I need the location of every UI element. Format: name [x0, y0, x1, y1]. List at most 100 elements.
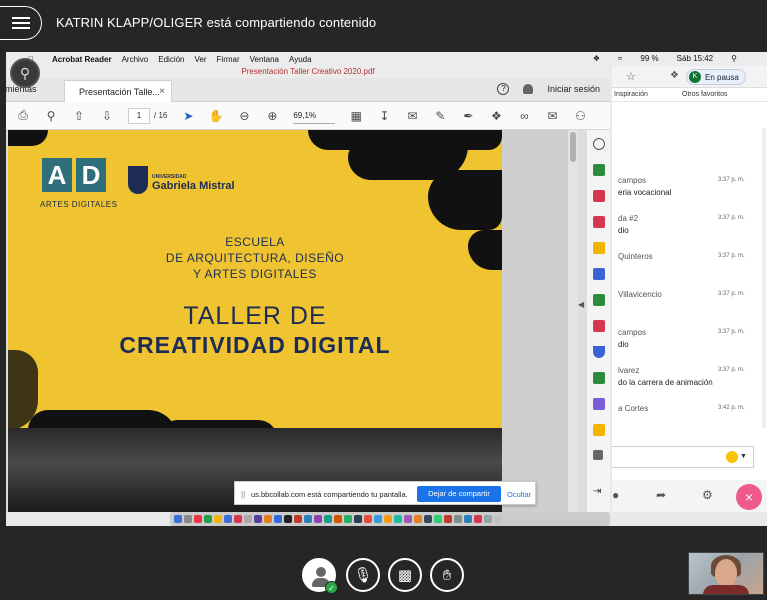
chat-time: 3:37 p. m.	[718, 291, 745, 297]
chat-input[interactable]: ▼	[612, 446, 754, 468]
ugm-logo: UNIVERSIDAD Gabriela Mistral	[128, 166, 248, 198]
zoom-out-icon[interactable]: ⊖	[237, 109, 251, 123]
acrobat-dock-icon[interactable]	[474, 515, 482, 523]
bookmark-star-icon[interactable]: ☆	[626, 70, 636, 83]
dock-app-icon[interactable]	[294, 515, 302, 523]
camera-off-button[interactable]: ▩	[388, 558, 422, 592]
comment-icon[interactable]: ✉	[405, 109, 419, 123]
rail-create-icon[interactable]	[593, 190, 605, 202]
dock-app-icon[interactable]	[354, 515, 362, 523]
self-video-preview[interactable]	[688, 552, 764, 595]
drag-handle-icon[interactable]: ||	[241, 490, 245, 499]
dock-app-icon[interactable]	[234, 515, 242, 523]
rail-send-icon[interactable]	[593, 424, 605, 436]
dock-app-icon[interactable]	[394, 515, 402, 523]
dock-app-icon[interactable]	[304, 515, 312, 523]
dock-app-icon[interactable]	[224, 515, 232, 523]
help-icon[interactable]: ?	[497, 83, 510, 95]
microphone-muted-button[interactable]: 🎙︎	[346, 558, 380, 592]
search-icon[interactable]: ⚲	[44, 109, 58, 123]
person-icon[interactable]: ●	[612, 488, 619, 502]
emoji-icon[interactable]	[726, 451, 738, 463]
highlight-icon[interactable]: ✎	[433, 109, 447, 123]
rail-expand-icon[interactable]: ⇥	[593, 486, 605, 498]
collapse-panel-icon[interactable]: ◀	[578, 300, 586, 309]
tab-document[interactable]: Presentación Talle... ×	[64, 80, 172, 102]
rail-combine-icon[interactable]	[593, 268, 605, 280]
dock-app-icon[interactable]	[314, 515, 322, 523]
rail-export-icon[interactable]	[593, 164, 605, 176]
chevron-down-icon[interactable]: ▼	[740, 453, 747, 460]
dock-app-icon[interactable]	[364, 515, 372, 523]
dock-app-icon[interactable]	[204, 515, 212, 523]
session-menu-button[interactable]	[0, 6, 42, 40]
bookmark-otros-favoritos[interactable]: Otros favoritos	[682, 91, 728, 98]
settings-icon[interactable]: ⚙	[702, 488, 713, 502]
page-up-icon[interactable]: ⇧	[72, 109, 86, 123]
dock-app-icon[interactable]	[254, 515, 262, 523]
dock-app-icon[interactable]	[374, 515, 382, 523]
zoom-in-icon[interactable]: ⊕	[265, 109, 279, 123]
rail-edit-icon[interactable]	[593, 216, 605, 228]
dock-app-icon[interactable]	[274, 515, 282, 523]
download-icon[interactable]: ↧	[377, 109, 391, 123]
stop-sharing-button[interactable]: Dejar de compartir	[417, 486, 501, 502]
bookmark-inspiracion[interactable]: Inspiración	[614, 91, 648, 98]
dock-app-icon[interactable]	[444, 515, 452, 523]
signin-link[interactable]: Iniciar sesión	[547, 84, 600, 94]
dock-app-icon[interactable]	[264, 515, 272, 523]
print-icon[interactable]: ⎙	[16, 108, 30, 123]
fit-page-icon[interactable]: ▦	[349, 109, 363, 123]
user-add-icon[interactable]: ⚇	[573, 109, 587, 123]
page-down-icon[interactable]: ⇩	[100, 109, 114, 123]
zoom-level-select[interactable]: 69,1%	[293, 108, 336, 124]
dock-app-icon[interactable]	[414, 515, 422, 523]
stamp-icon[interactable]: ❖	[489, 109, 503, 123]
rail-organize-icon[interactable]	[593, 294, 605, 306]
close-panel-button[interactable]: ×	[736, 484, 762, 510]
dock-app-icon[interactable]	[384, 515, 392, 523]
chrome-dock-icon[interactable]	[214, 515, 222, 523]
trash-icon[interactable]	[494, 515, 502, 523]
share-content-icon[interactable]: ➦	[656, 488, 666, 502]
dock-app-icon[interactable]	[324, 515, 332, 523]
my-status-button[interactable]: ✓	[302, 558, 338, 594]
rail-sign-icon[interactable]	[593, 320, 605, 332]
rail-comment-icon[interactable]	[593, 242, 605, 254]
chrome-window: ☆ ❖ K En pausa Inspiración Otros favorit…	[612, 66, 767, 512]
finder-icon[interactable]	[174, 515, 182, 523]
bell-icon[interactable]	[523, 84, 534, 94]
close-tab-icon[interactable]: ×	[159, 86, 165, 97]
rail-fill-sign-icon[interactable]	[593, 398, 605, 410]
dock-app-icon[interactable]	[484, 515, 492, 523]
chat-scrollbar[interactable]	[762, 128, 766, 428]
launchpad-icon[interactable]	[184, 515, 192, 523]
dock-app-icon[interactable]	[464, 515, 472, 523]
dock-app-icon[interactable]	[454, 515, 462, 523]
profile-paused-chip[interactable]: K En pausa	[686, 69, 746, 85]
rail-scan-icon[interactable]	[593, 372, 605, 384]
draw-icon[interactable]: ✒	[461, 109, 475, 123]
hide-banner-link[interactable]: Ocultar	[507, 490, 531, 499]
dock-app-icon[interactable]	[244, 515, 252, 523]
mail-icon[interactable]: ✉	[545, 109, 559, 123]
dock-app-icon[interactable]	[194, 515, 202, 523]
raise-hand-button[interactable]: ✋︎	[430, 558, 464, 592]
hand-tool-icon[interactable]: ✋	[209, 109, 224, 123]
dock-app-icon[interactable]	[424, 515, 432, 523]
link-icon[interactable]: ∞	[517, 109, 531, 123]
chat-text: eria vocacional	[618, 188, 672, 197]
magnify-tool-icon[interactable]: ⚲	[10, 58, 40, 88]
document-scrollbar[interactable]	[568, 130, 578, 512]
dock-app-icon[interactable]	[284, 515, 292, 523]
select-cursor-icon[interactable]: ➤	[181, 109, 195, 123]
dock-app-icon[interactable]	[434, 515, 442, 523]
extensions-icon[interactable]: ❖	[670, 70, 679, 81]
page-number-input[interactable]: 1	[128, 107, 150, 124]
dock-app-icon[interactable]	[334, 515, 342, 523]
dock-app-icon[interactable]	[404, 515, 412, 523]
rail-more-tools-icon[interactable]	[593, 450, 603, 460]
dock-app-icon[interactable]	[344, 515, 352, 523]
rail-protect-icon[interactable]	[593, 346, 605, 358]
rail-zoom-icon[interactable]	[593, 138, 605, 150]
